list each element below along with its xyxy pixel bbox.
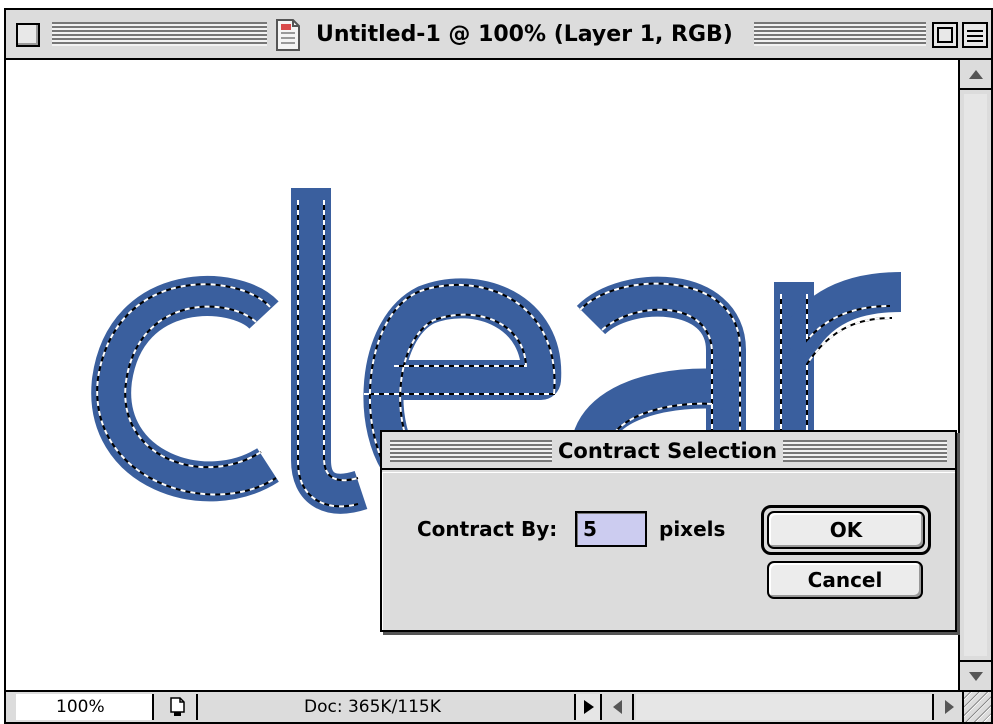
scroll-up-button[interactable] (960, 60, 991, 90)
print-preview-button[interactable] (156, 694, 198, 720)
vertical-scroll-track[interactable] (964, 94, 987, 656)
status-popup-arrow-button[interactable] (574, 694, 602, 720)
dialog-title: Contract Selection (552, 437, 784, 465)
status-bar: 100% Doc: 365K/115K (6, 690, 991, 722)
contract-by-label: Contract By: (417, 517, 558, 541)
resize-grow-box[interactable] (962, 692, 991, 722)
window-title-bar[interactable]: Untitled-1 @ 100% (Layer 1, RGB) (6, 10, 991, 60)
dialog-title-bar[interactable]: Contract Selection (382, 432, 955, 470)
document-icon (276, 19, 300, 51)
contract-selection-dialog: Contract Selection Contract By: pixels O… (380, 430, 957, 632)
horizontal-scroll-track[interactable] (636, 694, 932, 720)
down-arrow-icon (969, 672, 983, 681)
document-size-info: Doc: 365K/115K (304, 697, 441, 717)
pixels-unit-label: pixels (659, 517, 726, 541)
vertical-scrollbar[interactable] (958, 60, 991, 690)
close-box-button[interactable] (16, 23, 40, 47)
collapse-box-button[interactable] (962, 22, 988, 48)
cancel-button[interactable]: Cancel (767, 561, 923, 599)
contract-by-input[interactable] (575, 511, 647, 547)
title-bar-stripes (754, 22, 926, 46)
scroll-right-button[interactable] (932, 694, 962, 720)
window-title: Untitled-1 @ 100% (Layer 1, RGB) (310, 20, 739, 50)
up-arrow-icon (969, 70, 983, 79)
dialog-body: Contract By: pixels OK Cancel (382, 472, 955, 630)
zoom-box-button[interactable] (932, 22, 958, 48)
ok-button[interactable]: OK (767, 511, 925, 549)
scroll-down-button[interactable] (960, 660, 991, 690)
zoom-level-field[interactable]: 100% (16, 694, 154, 720)
scroll-left-button[interactable] (604, 694, 634, 720)
title-bar-stripes (52, 22, 267, 46)
page-preview-icon (170, 697, 185, 716)
